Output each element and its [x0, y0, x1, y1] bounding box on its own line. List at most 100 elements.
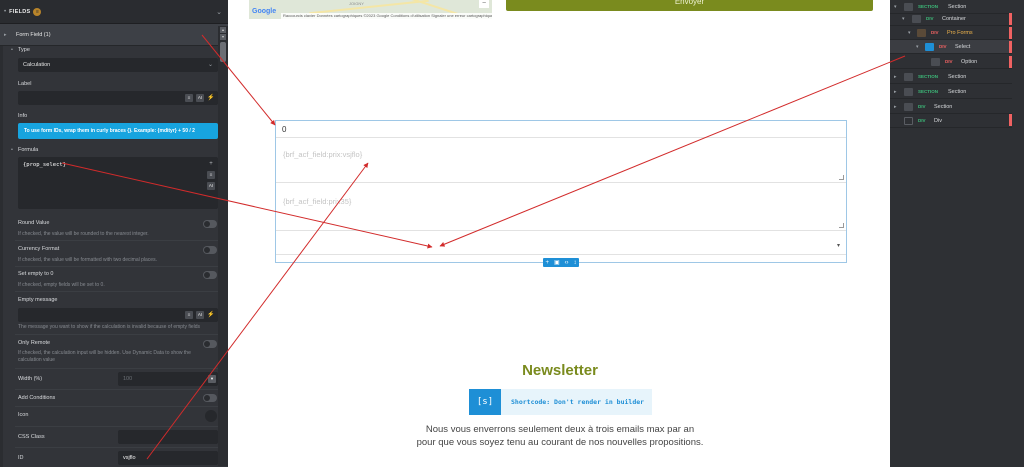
add-icon[interactable]: +	[545, 260, 549, 266]
ai-icon[interactable]: AI	[196, 94, 204, 102]
round-value-toggle[interactable]	[203, 220, 217, 228]
css-class-input[interactable]	[118, 430, 218, 444]
empty-message-help: The message you want to show if the calc…	[18, 324, 201, 330]
columns-icon[interactable]: ▣	[554, 259, 560, 266]
row-indicator	[1009, 41, 1012, 53]
structure-row-div[interactable]: DIV Div	[890, 114, 1012, 128]
currency-format-label: Currency Format	[18, 246, 60, 252]
info-text: To use form IDs, wrap them in curly brac…	[24, 128, 195, 134]
element-toolbar[interactable]: + ▣ ‹› ↕	[543, 258, 579, 267]
fields-title: FIELDS	[9, 8, 31, 15]
fields-panel-header[interactable]: • FIELDS ≡ ⌄	[0, 0, 228, 24]
element-tag: DIV	[931, 30, 939, 35]
element-name: Container	[942, 16, 966, 22]
textarea-field-2[interactable]: {brf_acf_field:prix35}	[276, 184, 846, 231]
map-place-label: JOIGNY	[349, 1, 364, 6]
newsletter-title: Newsletter	[522, 362, 598, 379]
structure-row-select[interactable]: ▾ DIV Select	[890, 40, 1012, 54]
structure-panel: ▾ SECTION Section ▾ DIV Container ▾ DIV …	[890, 0, 1024, 467]
structure-row-container[interactable]: ▾ DIV Container	[890, 12, 1012, 26]
element-tag: SECTION	[918, 4, 939, 9]
only-remote-toggle[interactable]	[203, 340, 217, 348]
prop-select-field[interactable]: ▾	[276, 238, 846, 255]
caret-down-icon: ▾	[836, 243, 840, 249]
select-icon	[925, 43, 934, 51]
map-attribution[interactable]: Raccourcis clavier Données cartographiqu…	[281, 13, 492, 19]
resize-grip-icon[interactable]	[839, 175, 844, 180]
divider	[15, 266, 218, 267]
shortcode-placeholder: [s] Shortcode: Don't render in builder	[469, 389, 652, 415]
scroll-down-icon[interactable]: ▾	[220, 34, 226, 40]
form-field-label: Form Field (1)	[16, 32, 51, 38]
currency-format-toggle[interactable]	[203, 246, 217, 254]
newsletter-text-line-1: Nous vous enverrons seulement deux à tro…	[425, 424, 695, 435]
divider	[15, 426, 218, 427]
add-conditions-toggle[interactable]	[203, 394, 217, 402]
element-name: Section	[934, 104, 953, 110]
formula-textarea[interactable]: {prop_select} + ≡ AI	[18, 157, 218, 209]
divider	[15, 368, 218, 369]
textarea-2-placeholder: {brf_acf_field:prix35}	[283, 197, 352, 206]
dynamic-data-icon[interactable]: ≡	[185, 94, 193, 102]
section-icon	[904, 73, 913, 81]
element-name: Section	[948, 89, 967, 95]
width-input[interactable]: 100 ▾	[118, 372, 218, 386]
type-label: Type	[11, 47, 30, 53]
caret-down-icon: ▾	[894, 4, 897, 10]
empty-message-input[interactable]: ≡ AI ⚡	[18, 308, 218, 322]
textarea-1-placeholder: {brf_acf_field:prix:vsjflo}	[283, 150, 363, 159]
structure-row-pro-forms[interactable]: ▾ DIV Pro Forms	[890, 26, 1012, 40]
type-select[interactable]: Calculation ⌄	[18, 58, 218, 72]
element-tag: SECTION	[918, 89, 939, 94]
element-name: Div	[934, 118, 942, 124]
bolt-icon[interactable]: ⚡	[207, 94, 215, 102]
divider	[15, 334, 218, 335]
element-name: Section	[948, 4, 967, 10]
calculation-output-field[interactable]: 0	[276, 121, 846, 138]
send-button[interactable]: Envoyer	[506, 0, 873, 11]
scroll-up-icon[interactable]: ▴	[220, 27, 226, 33]
calculation-form[interactable]: 0 {brf_acf_field:prix:vsjflo} {brf_acf_f…	[275, 120, 847, 263]
caret-down-icon: ▾	[902, 16, 905, 22]
form-icon	[917, 29, 926, 37]
info-label: Info	[18, 113, 28, 119]
chevron-down-icon[interactable]: ⌄	[216, 8, 222, 16]
map-zoom-out-button[interactable]: −	[479, 0, 489, 8]
code-icon[interactable]: ‹›	[565, 260, 569, 266]
id-value: vsjflo	[123, 455, 136, 461]
ai-icon[interactable]: AI	[196, 311, 204, 319]
newsletter-description: Nous vous enverrons seulement deux à tro…	[400, 423, 720, 449]
add-conditions-label: Add Conditions	[18, 395, 56, 401]
form-field-item[interactable]: ▸ Form Field (1)	[0, 24, 228, 46]
caret-down-icon: ▾	[916, 44, 919, 50]
div-icon	[904, 117, 913, 125]
structure-row-section-3[interactable]: ▸ SECTION Section	[890, 85, 1012, 99]
only-remote-label: Only Remote	[18, 340, 51, 346]
set-empty-toggle[interactable]	[203, 271, 217, 279]
divider	[15, 447, 218, 448]
dynamic-data-icon[interactable]: ≡	[207, 171, 215, 179]
id-input[interactable]: vsjflo	[118, 451, 218, 465]
structure-row-section-div[interactable]: ▸ DIV Section	[890, 100, 1012, 114]
round-value-help: If checked, the value will be rounded to…	[18, 231, 149, 237]
currency-format-help: If checked, the value will be formatted …	[18, 257, 157, 263]
bolt-icon[interactable]: ⚡	[207, 311, 215, 319]
structure-row-option[interactable]: DIV Option	[890, 55, 1012, 69]
panel-scrollbar-track[interactable]	[218, 26, 228, 466]
map-embed[interactable]: JOIGNY Google Raccourcis clavier Données…	[249, 0, 492, 19]
dynamic-data-icon[interactable]: ≡	[185, 311, 193, 319]
ai-icon[interactable]: AI	[207, 182, 215, 190]
move-icon[interactable]: ↕	[574, 260, 577, 266]
structure-row-section-2[interactable]: ▸ SECTION Section	[890, 70, 1012, 84]
plus-icon[interactable]: +	[207, 160, 215, 168]
panel-scrollbar-thumb[interactable]	[220, 42, 226, 62]
label-input[interactable]: ≡ AI ⚡	[18, 91, 218, 105]
unit-toggle-icon[interactable]: ▾	[208, 375, 216, 383]
divider	[15, 291, 218, 292]
width-label: Width (%)	[18, 376, 43, 382]
row-indicator	[1009, 13, 1012, 25]
caret-right-icon: ▸	[4, 32, 7, 38]
textarea-field-1[interactable]: {brf_acf_field:prix:vsjflo}	[276, 138, 846, 183]
icon-picker[interactable]	[205, 410, 217, 422]
resize-grip-icon[interactable]	[839, 223, 844, 228]
